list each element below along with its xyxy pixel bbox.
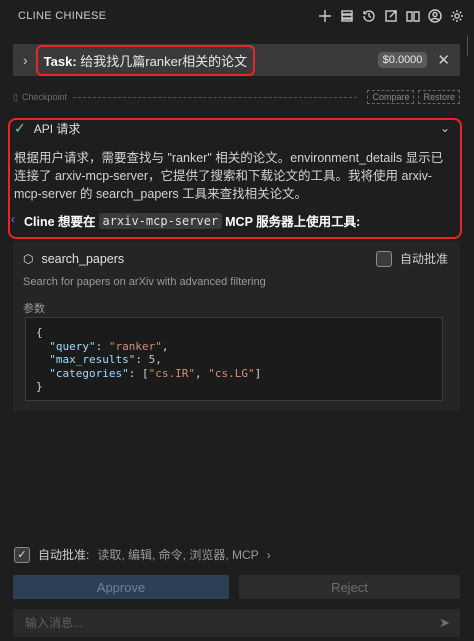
mcp-request-prefix: Cline 想要在 [24, 215, 96, 229]
params-label: 参数 [23, 303, 45, 315]
compare-button[interactable]: Compare [367, 90, 415, 104]
api-request-header[interactable]: ✓ API 请求 [14, 120, 80, 137]
tool-auto-approve[interactable]: 自动批准 [375, 250, 448, 267]
chevron-right-icon[interactable]: › [267, 548, 271, 562]
tool-description: Search for papers on arXiv with advanced… [23, 276, 266, 288]
servers-icon[interactable] [338, 7, 356, 25]
reject-button[interactable]: Reject [239, 575, 460, 599]
tool-name-row: ⬡ search_papers [23, 252, 124, 266]
auto-approve-bar-label: 自动批准: [38, 548, 90, 562]
server-name: arxiv-mcp-server [98, 212, 223, 229]
auto-approve-bar[interactable]: ✓ 自动批准: 读取, 编辑, 命令, 浏览器, MCP › [14, 546, 271, 563]
task-header[interactable]: › Task: 给我找几篇ranker相关的论文 $0.0000 ✕ [13, 44, 460, 76]
api-request-title: API 请求 [33, 122, 81, 136]
send-icon[interactable]: ➤ [439, 615, 450, 631]
task-text: 给我找几篇ranker相关的论文 [80, 53, 248, 69]
param-key: "query" [49, 339, 96, 353]
tool-name: search_papers [41, 252, 125, 266]
restore-button[interactable]: Restore [418, 90, 460, 104]
checkpoint-divider [72, 96, 358, 98]
settings-icon[interactable] [448, 7, 466, 25]
param-value: "cs.LG" [208, 366, 255, 380]
param-key: "max_results" [49, 353, 136, 366]
history-icon[interactable] [360, 7, 378, 25]
chat-input[interactable] [23, 615, 440, 631]
scrollbar-edge [467, 36, 474, 56]
bookmark-icon: ▯ [13, 91, 18, 102]
assistant-message: 根据用户请求，需要查找与 "ranker" 相关的论文。environment_… [14, 151, 444, 201]
external-link-icon[interactable] [382, 7, 400, 25]
tool-icon: ⬡ [23, 252, 34, 266]
params-code-block: { "query": "ranker", "max_results": 5, "… [25, 317, 443, 401]
checkpoint-row: ▯ Checkpoint Compare Restore [13, 90, 460, 104]
chat-input-area[interactable]: ➤ [13, 609, 460, 637]
app-title: CLINE CHINESE [18, 10, 107, 22]
account-icon[interactable] [426, 7, 444, 25]
auto-approve-list: 读取, 编辑, 命令, 浏览器, MCP [97, 548, 259, 562]
param-value: "ranker" [108, 339, 162, 353]
approve-button[interactable]: Approve [13, 575, 229, 599]
param-value: "cs.IR" [148, 366, 195, 380]
top-bar: CLINE CHINESE [0, 0, 474, 32]
param-value: 5 [148, 353, 156, 366]
check-icon: ✓ [14, 120, 26, 136]
cost-badge: $0.0000 [377, 52, 428, 68]
chevron-right-icon[interactable]: › [23, 52, 28, 68]
task-label: Task: [43, 53, 77, 69]
auto-approve-checkbox-checked[interactable]: ✓ [14, 546, 30, 563]
task-title: Task: 给我找几篇ranker相关的论文 [35, 44, 256, 76]
checkpoint-label: Checkpoint [21, 92, 67, 102]
tool-card: ⬡ search_papers 自动批准 Search for papers o… [13, 241, 460, 411]
close-icon[interactable]: ✕ [437, 51, 450, 69]
param-key: "categories" [49, 366, 129, 380]
plus-icon[interactable] [316, 7, 334, 25]
mcp-request-line: Cline 想要在 arxiv-mcp-server MCP 服务器上使用工具: [14, 211, 360, 230]
mcp-request-suffix: MCP 服务器上使用工具: [225, 215, 361, 229]
toolbar [316, 7, 466, 25]
book-icon[interactable] [404, 7, 422, 25]
chevron-down-icon[interactable]: ⌄ [440, 121, 450, 135]
auto-approve-checkbox[interactable] [375, 250, 392, 267]
auto-approve-label: 自动批准 [399, 252, 448, 266]
